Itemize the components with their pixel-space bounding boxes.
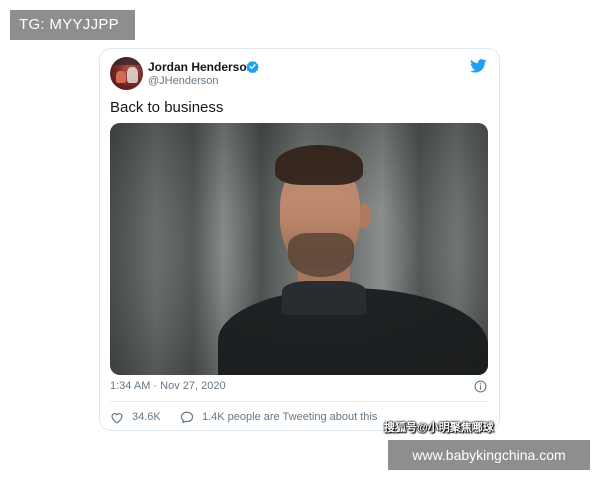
tweet-card[interactable]: Jordan Henderson @JHenderson Back to bus… (99, 48, 500, 431)
watermark-chinese: 搜狐号@小明聚焦哪球 (384, 422, 494, 434)
divider (110, 401, 489, 402)
tweet-text: Back to business (110, 99, 224, 116)
verified-badge-icon (246, 60, 259, 73)
like-count: 34.6K (132, 411, 161, 423)
tweeting-about-link[interactable]: 1.4K people are Tweeting about this (202, 411, 377, 423)
tg-label: TG: MYYJJPP (10, 10, 135, 40)
info-icon[interactable] (474, 380, 487, 393)
tweet-timestamp[interactable]: 1:34 AM · Nov 27, 2020 (110, 380, 226, 392)
heart-icon[interactable] (110, 411, 124, 424)
speech-bubble-icon[interactable] (180, 411, 194, 424)
author-name[interactable]: Jordan Henderson (148, 60, 254, 74)
author-handle[interactable]: @JHenderson (148, 75, 218, 87)
tweet-photo[interactable] (110, 123, 488, 375)
watermark-site: www.babykingchina.com (388, 440, 590, 470)
twitter-bird-icon[interactable] (470, 59, 487, 73)
avatar[interactable] (110, 57, 143, 90)
